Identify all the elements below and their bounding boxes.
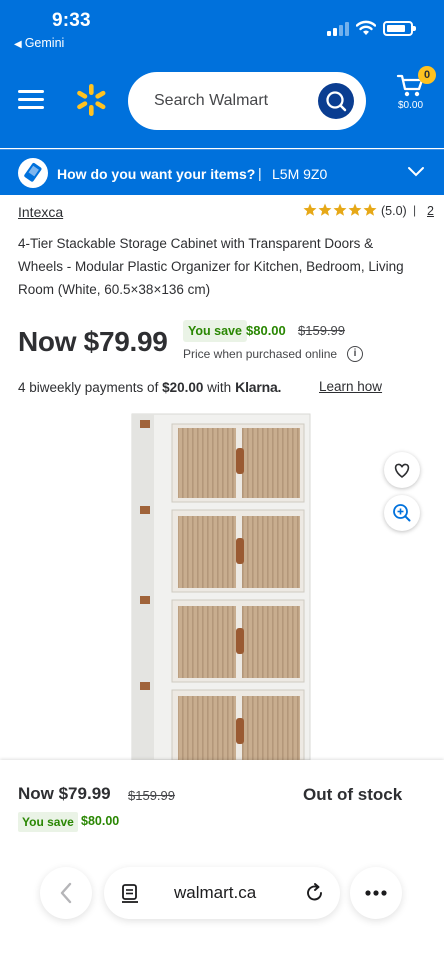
- back-app-label: Gemini: [24, 36, 65, 50]
- product-title: 4-Tier Stackable Storage Cabinet with Tr…: [18, 236, 404, 297]
- browser-back-button[interactable]: [40, 867, 92, 919]
- postal-code: L5M 9Z0: [272, 166, 328, 182]
- search-input[interactable]: Search Walmart: [128, 72, 366, 130]
- favorite-button[interactable]: [384, 452, 420, 488]
- price-note: Price when purchased online: [183, 347, 338, 361]
- url-text: walmart.ca: [174, 883, 257, 902]
- learn-how-link[interactable]: Learn how: [319, 379, 382, 394]
- klarna-offer: 4 biweekly payments of $20.00 with Klarna…: [18, 379, 281, 395]
- product-image[interactable]: [122, 410, 322, 760]
- more-button[interactable]: [350, 867, 402, 919]
- brand-link[interactable]: Intexca: [18, 204, 63, 220]
- rating-value: (5.0): [381, 204, 407, 218]
- delivery-selector[interactable]: How do you want your items? | L5M 9Z0: [0, 149, 444, 195]
- search-placeholder: Search Walmart: [154, 92, 269, 109]
- sticky-you-save-badge: You save: [18, 812, 78, 832]
- sticky-was-price: $159.99: [128, 788, 175, 803]
- cart-total: $0.00: [398, 100, 424, 111]
- chevron-down-icon: [408, 167, 424, 177]
- wifi-icon: [356, 20, 376, 35]
- zoom-icon: [393, 504, 411, 522]
- star-rating-icon: [303, 203, 377, 216]
- zoom-button[interactable]: [384, 495, 420, 531]
- address-bar[interactable]: walmart.ca: [104, 867, 340, 919]
- you-save-badge: You save: [183, 320, 247, 342]
- sticky-price-bar: Now $79.99 $159.99 You save $80.00 Out o…: [0, 760, 444, 960]
- reload-icon[interactable]: [304, 882, 326, 904]
- search-icon: [326, 91, 347, 112]
- delivery-icon: [18, 158, 48, 188]
- header: 9:33 ◀ Gemini Search Walmart 0 $0.00: [0, 0, 444, 148]
- sticky-save-amount: $80.00: [81, 814, 120, 828]
- info-icon[interactable]: i: [347, 346, 363, 362]
- walmart-spark-icon[interactable]: [74, 83, 108, 117]
- chevron-left-icon: [60, 882, 72, 904]
- current-price: Now $79.99: [18, 326, 168, 357]
- klarna-with: with: [207, 380, 232, 395]
- delivery-separator: |: [258, 165, 262, 181]
- was-price: $159.99: [298, 323, 345, 338]
- more-icon: [365, 890, 387, 896]
- heart-icon: [394, 463, 410, 478]
- battery-icon: [383, 21, 416, 36]
- rating-separator: |: [413, 203, 417, 217]
- delivery-prompt: How do you want your items?: [57, 166, 256, 182]
- back-triangle-icon: ◀: [14, 39, 22, 50]
- signal-icon: [327, 22, 349, 36]
- sticky-current-price: Now $79.99: [18, 784, 111, 803]
- status-bar: 9:33 ◀ Gemini: [0, 0, 444, 56]
- klarna-amount: $20.00: [162, 380, 204, 395]
- stock-status: Out of stock: [303, 785, 403, 804]
- back-to-app[interactable]: ◀ Gemini: [14, 36, 64, 50]
- menu-icon[interactable]: [18, 90, 44, 110]
- klarna-prefix: 4 biweekly payments of: [18, 380, 159, 395]
- status-time: 9:33: [52, 10, 91, 31]
- save-amount: $80.00: [246, 323, 286, 338]
- search-button[interactable]: [318, 83, 354, 119]
- cart-count-badge: 0: [418, 66, 436, 84]
- cart-button[interactable]: 0 $0.00: [392, 66, 436, 116]
- review-count-link[interactable]: 2: [427, 204, 434, 218]
- reader-icon[interactable]: [120, 883, 140, 903]
- product-page: 9:33 ◀ Gemini Search Walmart 0 $0.00 How…: [0, 0, 444, 960]
- klarna-logo: Klarna.: [235, 379, 282, 395]
